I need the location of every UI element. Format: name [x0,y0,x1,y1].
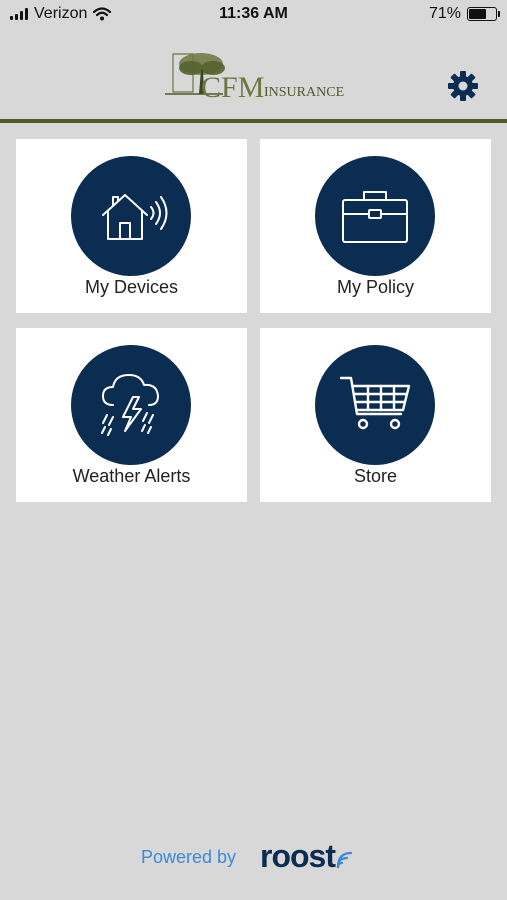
cfm-insurance-logo: CFM INSURANCE [165,53,344,104]
tile-my-policy[interactable]: My Policy [260,139,491,313]
roost-logo: roost [260,838,352,874]
wifi-wave-icon [336,851,352,869]
house-signal-icon [102,194,168,240]
tile-label: Weather Alerts [72,466,191,486]
tile-icon-circle [71,156,191,276]
tile-store[interactable]: Store [260,328,491,502]
logo-text-sub: INSURANCE [264,85,344,100]
tile-label: My Policy [336,277,414,297]
footer: Powered by roost [0,838,507,878]
gear-icon[interactable] [445,68,481,104]
powered-by-text: Powered by [141,847,237,867]
app-header: CFM INSURANCE [0,30,507,120]
battery-icon [467,7,500,21]
tile-my-devices[interactable]: My Devices [16,139,247,313]
header-divider [0,119,507,123]
storm-cloud-icon [101,374,159,436]
battery-fill [469,9,486,19]
status-right: 71% [428,5,500,23]
roost-brand-text: roost [260,837,336,874]
logo-text-main: CFM [201,71,264,104]
tile-icon-circle [315,345,435,465]
tile-weather-alerts[interactable]: Weather Alerts [16,328,247,502]
tile-label: My Devices [84,277,178,297]
briefcase-icon [342,191,408,243]
tile-icon-circle [315,156,435,276]
shopping-cart-icon [339,376,411,430]
battery-percent: 71% [428,5,461,22]
status-bar: Verizon 11:36 AM 71% [0,0,507,30]
tile-icon-circle [71,345,191,465]
tile-label: Store [353,466,398,486]
